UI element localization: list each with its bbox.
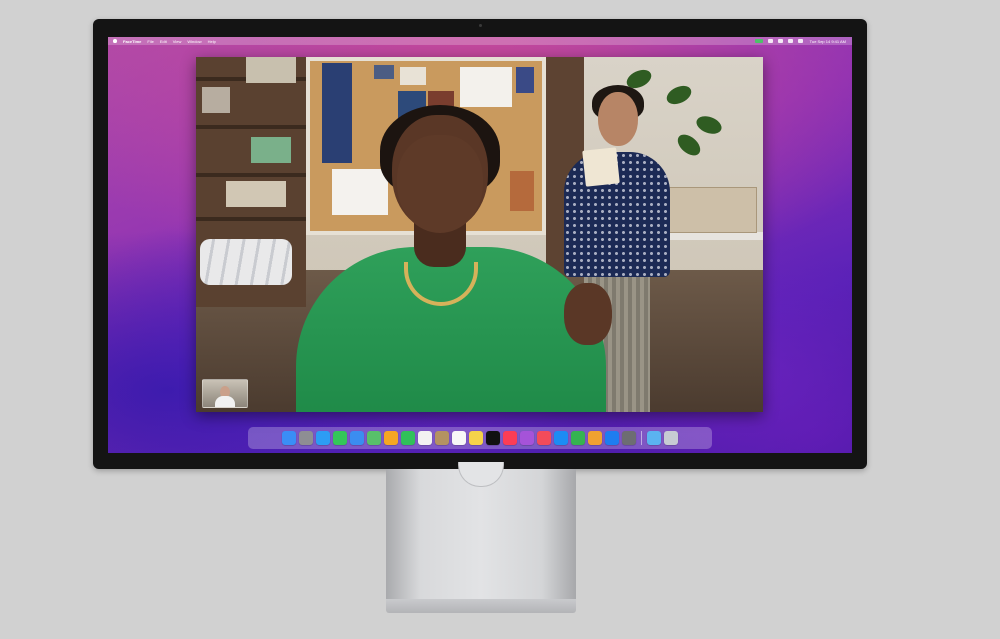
- system-preferences-icon[interactable]: [622, 431, 636, 445]
- contacts-icon[interactable]: [435, 431, 449, 445]
- maps-icon[interactable]: [367, 431, 381, 445]
- messages-icon[interactable]: [333, 431, 347, 445]
- menu-window[interactable]: Window: [187, 39, 201, 44]
- trash-icon[interactable]: [664, 431, 678, 445]
- news-icon[interactable]: [537, 431, 551, 445]
- main-person-face: [397, 135, 483, 233]
- architectural-model: [669, 187, 757, 233]
- control-center-icon[interactable]: [797, 39, 803, 43]
- battery-icon[interactable]: [777, 39, 783, 43]
- pages-icon[interactable]: [588, 431, 602, 445]
- held-photo: [582, 147, 620, 187]
- menu-app-name[interactable]: FaceTime: [123, 39, 141, 44]
- music-icon[interactable]: [503, 431, 517, 445]
- menu-help[interactable]: Help: [208, 39, 216, 44]
- numbers-icon[interactable]: [571, 431, 585, 445]
- status-area: Tue Sep 14 9:41 AM: [754, 37, 846, 45]
- downloads-folder-icon[interactable]: [647, 431, 661, 445]
- launchpad-icon[interactable]: [299, 431, 313, 445]
- dock: [248, 427, 712, 449]
- reminders-icon[interactable]: [452, 431, 466, 445]
- background-person-head: [598, 92, 638, 146]
- tv-icon[interactable]: [486, 431, 500, 445]
- keynote-icon[interactable]: [605, 431, 619, 445]
- menu-clock[interactable]: Tue Sep 14 9:41 AM: [810, 39, 846, 44]
- studio-display: FaceTime File Edit View Window Help Tue …: [93, 19, 867, 469]
- desktop-screen: FaceTime File Edit View Window Help Tue …: [108, 37, 852, 453]
- rolled-papers: [200, 239, 292, 285]
- self-view-body: [215, 396, 235, 407]
- menu-file[interactable]: File: [147, 39, 153, 44]
- facetime-icon[interactable]: [401, 431, 415, 445]
- dock-separator: [641, 431, 642, 445]
- menu-edit[interactable]: Edit: [160, 39, 167, 44]
- notes-icon[interactable]: [469, 431, 483, 445]
- stand-base: [386, 599, 576, 613]
- apple-menu-icon[interactable]: [113, 39, 117, 43]
- app-store-icon[interactable]: [554, 431, 568, 445]
- side-table: [663, 232, 763, 240]
- self-view-thumbnail[interactable]: [202, 379, 248, 408]
- podcasts-icon[interactable]: [520, 431, 534, 445]
- photos-icon[interactable]: [384, 431, 398, 445]
- menu-view[interactable]: View: [173, 39, 182, 44]
- mail-icon[interactable]: [350, 431, 364, 445]
- menu-bar: FaceTime File Edit View Window Help Tue …: [108, 37, 852, 45]
- spotlight-icon[interactable]: [787, 39, 793, 43]
- waving-hand: [564, 283, 612, 345]
- monitor-stand: [386, 469, 576, 599]
- camera-in-use-icon[interactable]: [754, 39, 763, 43]
- facetime-video-window[interactable]: [196, 57, 763, 412]
- camera-icon: [479, 24, 482, 27]
- wifi-icon[interactable]: [767, 39, 773, 43]
- finder-icon[interactable]: [282, 431, 296, 445]
- safari-icon[interactable]: [316, 431, 330, 445]
- calendar-icon[interactable]: [418, 431, 432, 445]
